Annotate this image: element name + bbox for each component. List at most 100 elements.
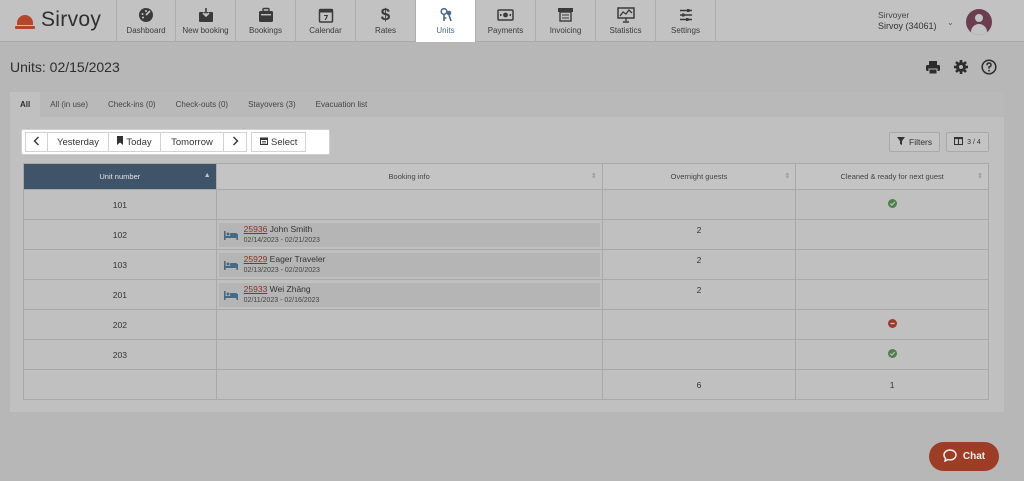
columns-button[interactable]: 3 / 4 bbox=[946, 132, 989, 152]
chevron-right-icon bbox=[232, 136, 239, 149]
table-row[interactable]: 201 25933 Wei Zhāng 02/11/2023 - 02/16/2… bbox=[23, 279, 989, 310]
tab-all-in-use[interactable]: All (in use) bbox=[40, 92, 98, 117]
invoicing-icon bbox=[557, 6, 574, 23]
nav-label: Statistics bbox=[609, 26, 642, 35]
nav-invoicing[interactable]: Invoicing bbox=[536, 0, 596, 42]
bookmark-icon bbox=[117, 136, 124, 148]
bookings-icon bbox=[258, 6, 274, 23]
guest-name: Eager Traveler bbox=[269, 253, 326, 264]
dashboard-icon bbox=[138, 6, 154, 23]
cleaned-status[interactable] bbox=[795, 219, 989, 250]
nav-units[interactable]: Units bbox=[416, 0, 476, 42]
user-role: Sirvoyer bbox=[878, 10, 910, 20]
nav-rates[interactable]: $ Rates bbox=[356, 0, 416, 42]
nav-dashboard[interactable]: Dashboard bbox=[116, 0, 176, 42]
bed-icon bbox=[223, 230, 238, 240]
sirvoy-logo[interactable]: Sirvoy bbox=[15, 8, 101, 32]
payments-icon bbox=[497, 6, 514, 23]
filters-button[interactable]: Filters bbox=[889, 132, 941, 152]
totals-booking bbox=[215, 369, 603, 400]
overnight-guests: 2 bbox=[601, 219, 797, 250]
nav-calendar[interactable]: 7 Calendar bbox=[296, 0, 356, 42]
nav-label: Rates bbox=[375, 26, 396, 35]
date-toolbar: Yesterday Today Tomorrow Select bbox=[21, 129, 330, 155]
nav-new-booking[interactable]: New booking bbox=[176, 0, 236, 42]
nav-label: Settings bbox=[671, 26, 700, 35]
help-icon[interactable] bbox=[981, 59, 997, 75]
column-cleaned-ready[interactable]: Cleaned & ready for next guest ⇕ bbox=[795, 163, 989, 190]
booking-dates: 02/13/2023 - 02/20/2023 bbox=[243, 266, 320, 274]
booking-id-link[interactable]: 25929 bbox=[244, 254, 268, 264]
today-label: Today bbox=[126, 136, 152, 148]
nav-payments[interactable]: Payments bbox=[476, 0, 536, 42]
sort-icon: ⇕ bbox=[590, 173, 597, 180]
chevron-down-icon[interactable]: ⌄ bbox=[947, 18, 954, 27]
overnight-guests bbox=[601, 339, 797, 370]
overnight-guests bbox=[601, 189, 797, 220]
chat-button[interactable]: Chat bbox=[929, 442, 999, 471]
settings-icon bbox=[678, 6, 694, 23]
previous-day-button[interactable] bbox=[25, 132, 48, 152]
guest-name: John Smith bbox=[269, 223, 313, 234]
nav-statistics[interactable]: Statistics bbox=[596, 0, 656, 42]
check-icon bbox=[887, 349, 897, 358]
total-clean: 1 bbox=[795, 369, 989, 400]
column-booking-info[interactable]: Booking info ⇕ bbox=[215, 163, 603, 190]
bed-icon bbox=[223, 290, 238, 300]
tab-all[interactable]: All bbox=[10, 92, 41, 117]
table-row[interactable]: 202 bbox=[23, 309, 989, 340]
overnight-guests bbox=[601, 309, 797, 340]
yesterday-button[interactable]: Yesterday bbox=[48, 132, 109, 152]
cleaned-status[interactable] bbox=[795, 279, 989, 310]
table-row[interactable]: 103 25929 Eager Traveler 02/13/2023 - 02… bbox=[23, 249, 989, 280]
nav-label: Payments bbox=[487, 26, 524, 35]
next-day-button[interactable] bbox=[224, 132, 247, 152]
booking-info-empty bbox=[215, 339, 603, 370]
unit-number: 103 bbox=[23, 249, 217, 280]
tomorrow-button[interactable]: Tomorrow bbox=[161, 132, 224, 152]
cleaned-status[interactable] bbox=[795, 339, 989, 370]
nav-label: Calendar bbox=[309, 26, 342, 35]
user-menu[interactable]: Sirvoyer Sirvoy (34061) bbox=[878, 10, 937, 32]
header-label: Unit number bbox=[99, 172, 141, 181]
table-row[interactable]: 203 bbox=[23, 339, 989, 370]
cleaned-status[interactable] bbox=[795, 189, 989, 220]
table-row[interactable]: 102 25936 John Smith 02/14/2023 - 02/21/… bbox=[23, 219, 989, 250]
booking-card[interactable]: 25936 John Smith 02/14/2023 - 02/21/2023 bbox=[218, 222, 600, 247]
tab-stayovers[interactable]: Stayovers (3) bbox=[238, 92, 306, 117]
avatar[interactable] bbox=[966, 9, 992, 35]
not-clean-icon bbox=[887, 319, 897, 328]
unit-tabs: All All (in use) Check-ins (0) Check-out… bbox=[10, 92, 1004, 117]
table-row[interactable]: 101 bbox=[23, 189, 989, 220]
tab-check-outs[interactable]: Check-outs (0) bbox=[166, 92, 238, 117]
new-booking-icon bbox=[198, 6, 214, 23]
cleaned-status[interactable] bbox=[795, 309, 989, 340]
booking-info-empty bbox=[215, 309, 603, 340]
svg-text:7: 7 bbox=[323, 14, 328, 22]
gear-icon[interactable] bbox=[953, 59, 969, 75]
booking-id-link[interactable]: 25933 bbox=[244, 284, 268, 294]
tab-evacuation-list[interactable]: Evacuation list bbox=[306, 92, 378, 117]
select-label: Select bbox=[271, 136, 298, 148]
column-unit-number[interactable]: Unit number ▲︎ bbox=[23, 163, 217, 190]
column-overnight-guests[interactable]: Overnight guests ⇕ bbox=[601, 163, 797, 190]
cleaned-status[interactable] bbox=[795, 249, 989, 280]
sort-icon: ⇕ bbox=[977, 173, 983, 180]
booking-card[interactable]: 25929 Eager Traveler 02/13/2023 - 02/20/… bbox=[218, 252, 600, 277]
unit-number: 203 bbox=[23, 339, 217, 370]
nav-settings[interactable]: Settings bbox=[656, 0, 716, 42]
today-button[interactable]: Today bbox=[109, 132, 161, 152]
tab-check-ins[interactable]: Check-ins (0) bbox=[98, 92, 166, 117]
calendar-icon bbox=[260, 137, 268, 148]
booking-id-link[interactable]: 25936 bbox=[244, 224, 268, 234]
booking-card[interactable]: 25933 Wei Zhāng 02/11/2023 - 02/16/2023 bbox=[218, 282, 600, 307]
sort-icon: ⇕ bbox=[784, 173, 791, 180]
nav-bookings[interactable]: Bookings bbox=[236, 0, 296, 42]
units-table: Unit number ▲︎ Booking info ⇕ Overnight gu… bbox=[23, 163, 989, 400]
main-nav: Dashboard New booking Bookings 7 Calenda… bbox=[116, 0, 716, 42]
filters-label: Filters bbox=[909, 137, 933, 147]
chat-bubble-icon bbox=[943, 448, 957, 465]
chat-label: Chat bbox=[962, 451, 986, 462]
select-date-button[interactable]: Select bbox=[251, 132, 307, 152]
print-icon[interactable] bbox=[925, 59, 941, 75]
